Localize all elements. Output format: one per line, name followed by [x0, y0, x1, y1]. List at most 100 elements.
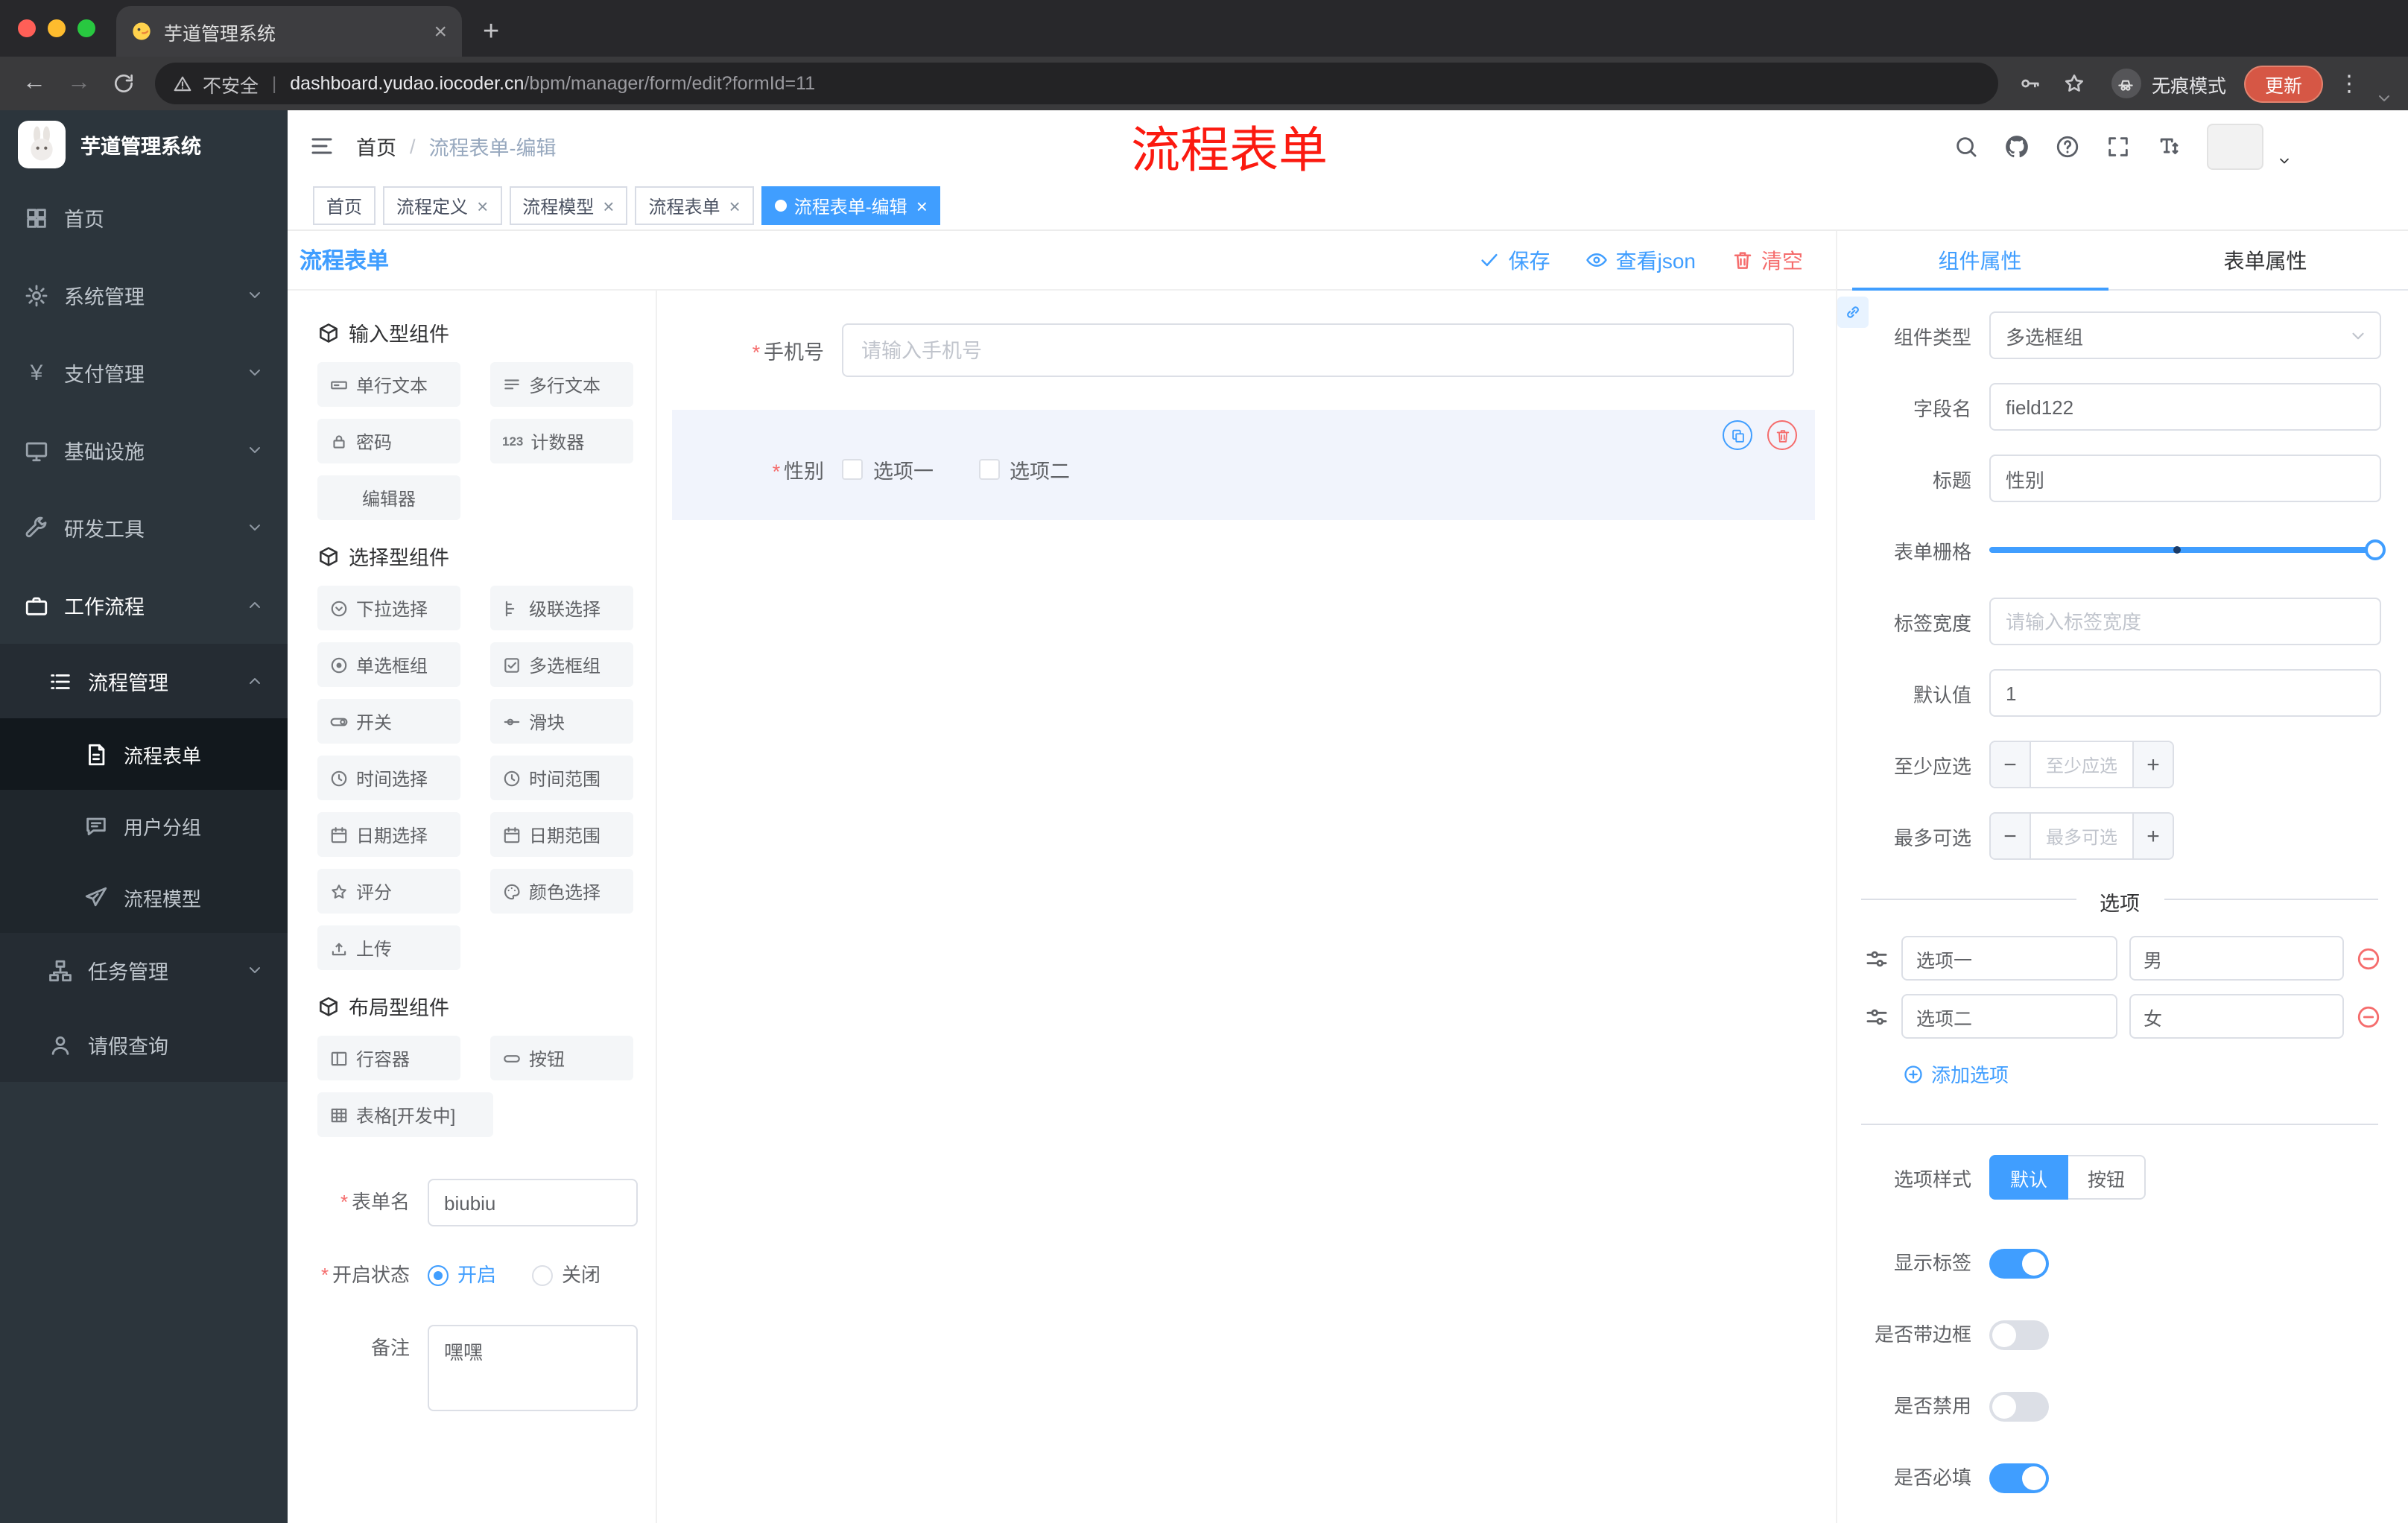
sidebar-item-process-model[interactable]: 流程模型 — [0, 861, 288, 933]
browser-menu-icon[interactable]: ⋮ — [2329, 70, 2369, 97]
close-icon[interactable]: × — [603, 196, 614, 215]
style-button-button[interactable]: 按钮 — [2068, 1155, 2146, 1200]
back-button[interactable]: ← — [15, 71, 54, 95]
breadcrumb-home[interactable]: 首页 — [356, 131, 396, 161]
bookmark-star-icon[interactable] — [2062, 72, 2086, 95]
sidebar-item-infra[interactable]: 基础设施 — [0, 411, 288, 489]
tab-component-props[interactable]: 组件属性 — [1837, 231, 2123, 291]
grid-slider[interactable] — [1989, 526, 2386, 574]
component-time-picker[interactable]: 时间选择 — [317, 756, 460, 800]
component-cascader[interactable]: 级联选择 — [490, 586, 633, 630]
component-rate[interactable]: 评分 — [317, 869, 460, 914]
component-date-range[interactable]: 日期范围 — [490, 812, 633, 857]
new-tab-button[interactable]: + — [462, 18, 520, 57]
slider-handle[interactable] — [2365, 539, 2386, 560]
component-time-range[interactable]: 时间范围 — [490, 756, 633, 800]
slider-track[interactable] — [1989, 539, 2386, 560]
update-button[interactable]: 更新 — [2243, 65, 2323, 102]
component-editor[interactable]: 编辑器 — [317, 475, 460, 520]
style-default-button[interactable]: 默认 — [1989, 1155, 2069, 1200]
component-password[interactable]: 密码 — [317, 419, 460, 463]
sidebar-item-task-mgmt[interactable]: 任务管理 — [0, 933, 288, 1007]
password-manager-icon[interactable] — [2018, 72, 2041, 95]
tab-close-icon[interactable]: × — [434, 20, 447, 42]
sidebar-item-payment[interactable]: ¥ 支付管理 — [0, 334, 288, 411]
user-avatar[interactable] — [2207, 123, 2263, 169]
refresh-button[interactable] — [112, 72, 136, 95]
canvas-field-phone[interactable]: * 手机号 — [672, 320, 1815, 395]
required-toggle[interactable] — [1989, 1463, 2049, 1493]
delete-field-button[interactable] — [1767, 420, 1797, 450]
search-icon[interactable] — [1954, 133, 1979, 159]
status-radio-off[interactable]: 关闭 — [532, 1252, 601, 1299]
tag-process-form[interactable]: 流程表单 × — [635, 186, 754, 225]
decrease-button[interactable]: − — [1991, 814, 2031, 858]
component-color-picker[interactable]: 颜色选择 — [490, 869, 633, 914]
component-counter[interactable]: 123 计数器 — [490, 419, 633, 463]
github-icon[interactable] — [2004, 133, 2030, 159]
sidebar-collapse-icon[interactable] — [308, 133, 335, 159]
min-select-value[interactable]: 至少应选 — [2031, 742, 2132, 787]
remove-option-icon[interactable] — [2356, 1004, 2381, 1029]
sidebar-item-system[interactable]: 系统管理 — [0, 256, 288, 334]
remark-textarea[interactable]: 嘿嘿 — [428, 1325, 638, 1411]
sidebar-item-home[interactable]: 首页 — [0, 179, 288, 256]
show-label-toggle[interactable] — [1989, 1249, 2049, 1279]
component-date-picker[interactable]: 日期选择 — [317, 812, 460, 857]
address-bar[interactable]: 不安全 | dashboard.yudao.iocoder.cn/bpm/man… — [155, 63, 1998, 104]
disabled-toggle[interactable] — [1989, 1392, 2049, 1422]
increase-button[interactable]: + — [2132, 814, 2173, 858]
sidebar-item-process-mgmt[interactable]: 流程管理 — [0, 644, 288, 718]
tab-form-props[interactable]: 表单属性 — [2123, 231, 2408, 289]
max-select-value[interactable]: 最多可选 — [2031, 814, 2132, 858]
component-slider[interactable]: 滑块 — [490, 699, 633, 744]
form-name-input[interactable] — [428, 1179, 638, 1226]
sidebar-item-leave-query[interactable]: 请假查询 — [0, 1007, 288, 1082]
canvas-field-gender[interactable]: * 性别 选项一 选项二 — [672, 410, 1815, 520]
increase-button[interactable]: + — [2132, 742, 2173, 787]
component-checkbox-group[interactable]: 多选框组 — [490, 642, 633, 687]
sidebar-item-user-group[interactable]: 用户分组 — [0, 790, 288, 861]
tag-process-definition[interactable]: 流程定义 × — [383, 186, 502, 225]
sidebar-item-process-form[interactable]: 流程表单 — [0, 718, 288, 790]
window-close-button[interactable] — [18, 19, 36, 37]
fullscreen-icon[interactable] — [2106, 133, 2131, 159]
component-type-select[interactable]: 多选框组 — [1989, 311, 2381, 359]
phone-input[interactable] — [842, 323, 1794, 377]
avatar-caret-icon[interactable] — [2277, 153, 2292, 168]
toolbar-chevron-icon[interactable] — [2375, 89, 2393, 107]
window-minimize-button[interactable] — [48, 19, 66, 37]
component-table[interactable]: 表格[开发中] — [317, 1092, 493, 1137]
view-json-button[interactable]: 查看json — [1586, 245, 1696, 275]
option-2-value-input[interactable] — [2129, 994, 2344, 1039]
drag-handle-icon[interactable] — [1864, 1004, 1889, 1029]
component-text-input[interactable]: 单行文本 — [317, 362, 460, 407]
drag-handle-icon[interactable] — [1864, 946, 1889, 971]
label-width-input[interactable] — [1989, 598, 2381, 645]
tag-process-form-edit[interactable]: 流程表单-编辑 × — [761, 186, 941, 225]
component-textarea[interactable]: 多行文本 — [490, 362, 633, 407]
border-toggle[interactable] — [1989, 1320, 2049, 1350]
font-size-icon[interactable] — [2156, 133, 2182, 159]
sidebar-item-workflow[interactable]: 工作流程 — [0, 566, 288, 644]
tag-home[interactable]: 首页 — [313, 186, 376, 225]
component-upload[interactable]: 上传 — [317, 925, 460, 970]
gender-option-1[interactable]: 选项一 — [842, 455, 934, 484]
forward-button[interactable]: → — [60, 71, 98, 95]
gender-option-2[interactable]: 选项二 — [978, 455, 1070, 484]
component-radio-group[interactable]: 单选框组 — [317, 642, 460, 687]
option-1-label-input[interactable] — [1901, 936, 2117, 981]
copy-field-button[interactable] — [1723, 420, 1752, 450]
link-button[interactable] — [1837, 297, 1869, 328]
default-value-input[interactable] — [1989, 669, 2381, 717]
option-1-value-input[interactable] — [2129, 936, 2344, 981]
component-select[interactable]: 下拉选择 — [317, 586, 460, 630]
browser-tab[interactable]: 芋道管理系统 × — [116, 6, 462, 57]
status-radio-on[interactable]: 开启 — [428, 1252, 496, 1299]
decrease-button[interactable]: − — [1991, 742, 2031, 787]
option-2-label-input[interactable] — [1901, 994, 2117, 1039]
title-input[interactable] — [1989, 455, 2381, 502]
help-icon[interactable] — [2055, 133, 2080, 159]
close-icon[interactable]: × — [477, 196, 488, 215]
field-name-input[interactable] — [1989, 383, 2381, 431]
